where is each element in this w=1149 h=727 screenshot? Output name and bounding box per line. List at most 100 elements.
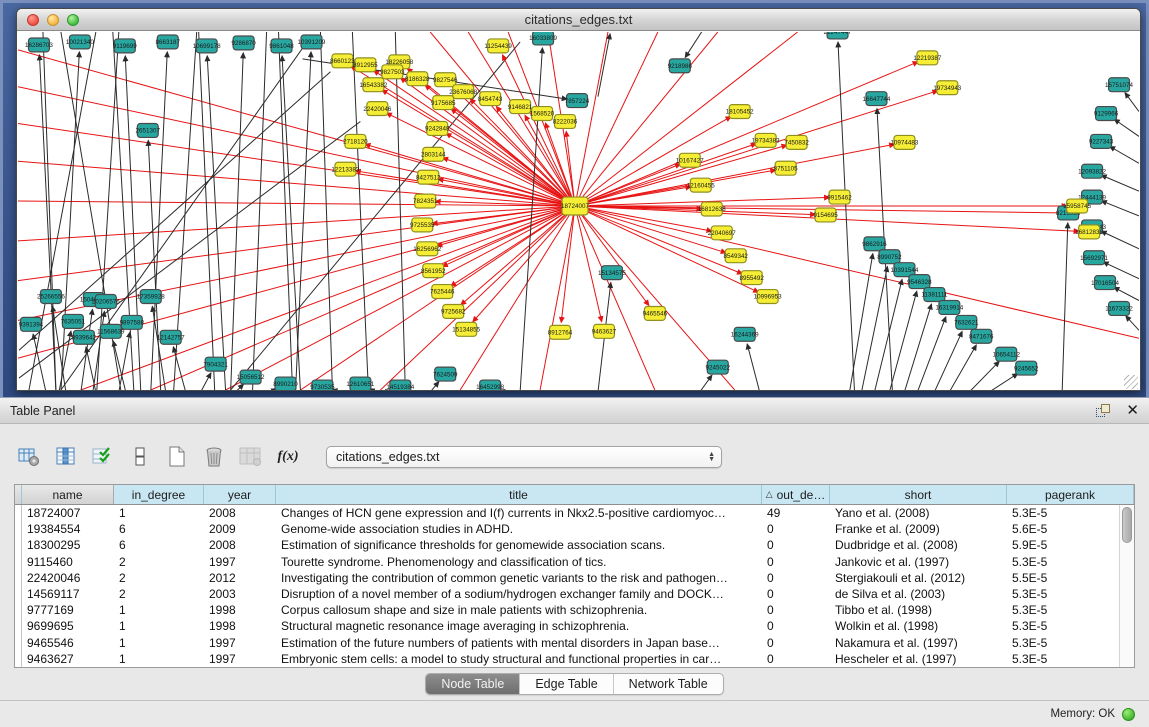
graph-node[interactable]: 21247447: [824, 32, 852, 39]
graph-node[interactable]: 8471676: [969, 329, 994, 343]
table-row[interactable]: 1938455462009Genome-wide association stu…: [15, 521, 1119, 537]
graph-node[interactable]: 8222036: [553, 115, 578, 129]
graph-node[interactable]: 16244369: [731, 327, 759, 341]
graph-node[interactable]: 15134855: [452, 322, 480, 336]
graph-node[interactable]: 8990752: [877, 250, 902, 264]
graph-node[interactable]: 16812838: [1075, 225, 1103, 239]
graph-node[interactable]: 16256962: [413, 242, 441, 256]
column-header-short[interactable]: short: [830, 485, 1007, 504]
graph-node[interactable]: 9286870: [231, 36, 256, 50]
graph-node[interactable]: 9546328: [907, 275, 932, 289]
column-header-pagerank[interactable]: pagerank: [1007, 485, 1134, 504]
tab-node-table[interactable]: Node Table: [426, 674, 520, 694]
graph-node[interactable]: 12093822: [1078, 164, 1106, 178]
graph-node[interactable]: 12160455: [687, 178, 715, 192]
graph-node[interactable]: 16452998: [476, 380, 504, 390]
graph-node[interactable]: 12610651: [346, 377, 374, 390]
graph-node[interactable]: 7625446: [430, 285, 455, 299]
scrollbar-thumb[interactable]: [1122, 507, 1132, 543]
graph-node[interactable]: 11673322: [1105, 301, 1133, 315]
table-row[interactable]: 977716911998Corpus callosum shape and si…: [15, 602, 1119, 618]
graph-node[interactable]: 22040697: [708, 226, 736, 240]
graph-node[interactable]: 11254439: [484, 39, 512, 53]
column-header-out_degree[interactable]: △out_de…: [762, 485, 830, 504]
graph-node[interactable]: 9242848: [425, 122, 450, 136]
column-header-year[interactable]: year: [204, 485, 276, 504]
graph-node[interactable]: 22420046: [363, 102, 391, 116]
new-table-icon[interactable]: [164, 444, 190, 470]
graph-node[interactable]: 16286703: [25, 38, 53, 52]
tab-network-table[interactable]: Network Table: [614, 674, 723, 694]
column-header-title[interactable]: title: [276, 485, 762, 504]
graph-node[interactable]: 8561952: [421, 264, 446, 278]
column-header-name[interactable]: name: [22, 485, 114, 504]
graph-node[interactable]: 8751105: [774, 161, 798, 175]
graph-node[interactable]: 10021340: [66, 35, 94, 49]
graph-node[interactable]: 2803144: [421, 147, 446, 161]
graph-node[interactable]: 16812638: [698, 202, 726, 216]
graph-node[interactable]: 11381111: [921, 288, 948, 302]
graph-node[interactable]: 25266556: [37, 290, 65, 304]
graph-node[interactable]: 9129966: [1094, 107, 1119, 121]
graph-node[interactable]: 16647744: [862, 92, 890, 106]
graph-nodes[interactable]: 1628670310021340911969986631871069917892…: [19, 32, 1134, 390]
graph-node[interactable]: 10391209: [298, 35, 326, 49]
graph-node[interactable]: 9245022: [706, 360, 731, 374]
graph-node[interactable]: 9245652: [1014, 361, 1039, 375]
graph-node[interactable]: 7450832: [784, 135, 809, 149]
graph-node[interactable]: 8549342: [723, 249, 748, 263]
graph-node[interactable]: 7857224: [565, 94, 590, 108]
table-select-dropdown[interactable]: citations_edges.txt ▲▼: [326, 446, 722, 468]
graph-node[interactable]: 15751074: [1105, 78, 1133, 92]
graph-node[interactable]: 9730535: [310, 380, 335, 390]
table-row[interactable]: 911546021997Tourette syndrome. Phenomeno…: [15, 554, 1119, 570]
graph-node[interactable]: 9465546: [643, 306, 668, 320]
graph-node[interactable]: 12142757: [157, 330, 185, 344]
table-vertical-scrollbar[interactable]: [1119, 505, 1134, 667]
graph-node[interactable]: 18724007: [561, 197, 589, 215]
graph-node[interactable]: 16319914: [935, 301, 963, 315]
graph-node[interactable]: 15692971: [1080, 251, 1108, 265]
graph-node[interactable]: 17359928: [137, 290, 165, 304]
graph-node[interactable]: 7904321: [203, 357, 228, 371]
zoom-window-icon[interactable]: [67, 14, 79, 26]
citation-network-graph[interactable]: 1628670310021340911969986631871069917892…: [18, 32, 1139, 390]
graph-node[interactable]: 8663187: [156, 35, 181, 49]
graph-node[interactable]: 16033809: [529, 32, 557, 45]
table-row[interactable]: 2242004622012Investigating the contribut…: [15, 570, 1119, 586]
graph-node[interactable]: 20206576: [92, 295, 120, 309]
graph-node[interactable]: 10996953: [754, 290, 782, 304]
graph-node[interactable]: 9218986: [668, 59, 693, 73]
table-row[interactable]: 1456911722003Disruption of a novel membe…: [15, 586, 1119, 602]
graph-node[interactable]: 7824351: [413, 194, 438, 208]
graph-node[interactable]: 9119699: [113, 39, 137, 53]
table-row[interactable]: 946362711997Embryonic stem cells: a mode…: [15, 651, 1119, 667]
graph-node[interactable]: 15958745: [1063, 199, 1091, 213]
graph-node[interactable]: 15134575: [598, 266, 626, 280]
float-panel-icon[interactable]: [1096, 404, 1112, 418]
graph-node[interactable]: 9725682: [441, 304, 466, 318]
graph-node[interactable]: 14519384: [386, 380, 414, 390]
graph-node[interactable]: 15056512: [237, 370, 265, 384]
graph-node[interactable]: 9861048: [269, 39, 294, 53]
graph-node[interactable]: 9227343: [1089, 134, 1114, 148]
delete-table-icon[interactable]: [201, 444, 227, 470]
graph-node[interactable]: 12213383: [331, 162, 359, 176]
table-row[interactable]: 969969511998Structural magnetic resonanc…: [15, 618, 1119, 634]
graph-node[interactable]: 8186328: [405, 72, 430, 86]
graph-node[interactable]: 9897588: [120, 315, 145, 329]
graph-node[interactable]: 19734943: [933, 81, 961, 95]
table-settings-icon[interactable]: [16, 444, 42, 470]
graph-node[interactable]: 9862916: [862, 237, 887, 251]
graph-node[interactable]: 8912764: [548, 325, 573, 339]
graph-node[interactable]: 1568520: [530, 107, 555, 121]
close-window-icon[interactable]: [27, 14, 39, 26]
graph-node[interactable]: 8454743: [478, 92, 503, 106]
graph-node[interactable]: 16543382: [359, 78, 387, 92]
graph-node[interactable]: 12219387: [913, 51, 941, 65]
graph-node[interactable]: 9175685: [431, 96, 456, 110]
graph-node[interactable]: 19734383: [752, 133, 780, 147]
graph-node[interactable]: 7624509: [433, 367, 458, 381]
network-window-titlebar[interactable]: citations_edges.txt: [17, 9, 1140, 31]
tab-edge-table[interactable]: Edge Table: [520, 674, 613, 694]
